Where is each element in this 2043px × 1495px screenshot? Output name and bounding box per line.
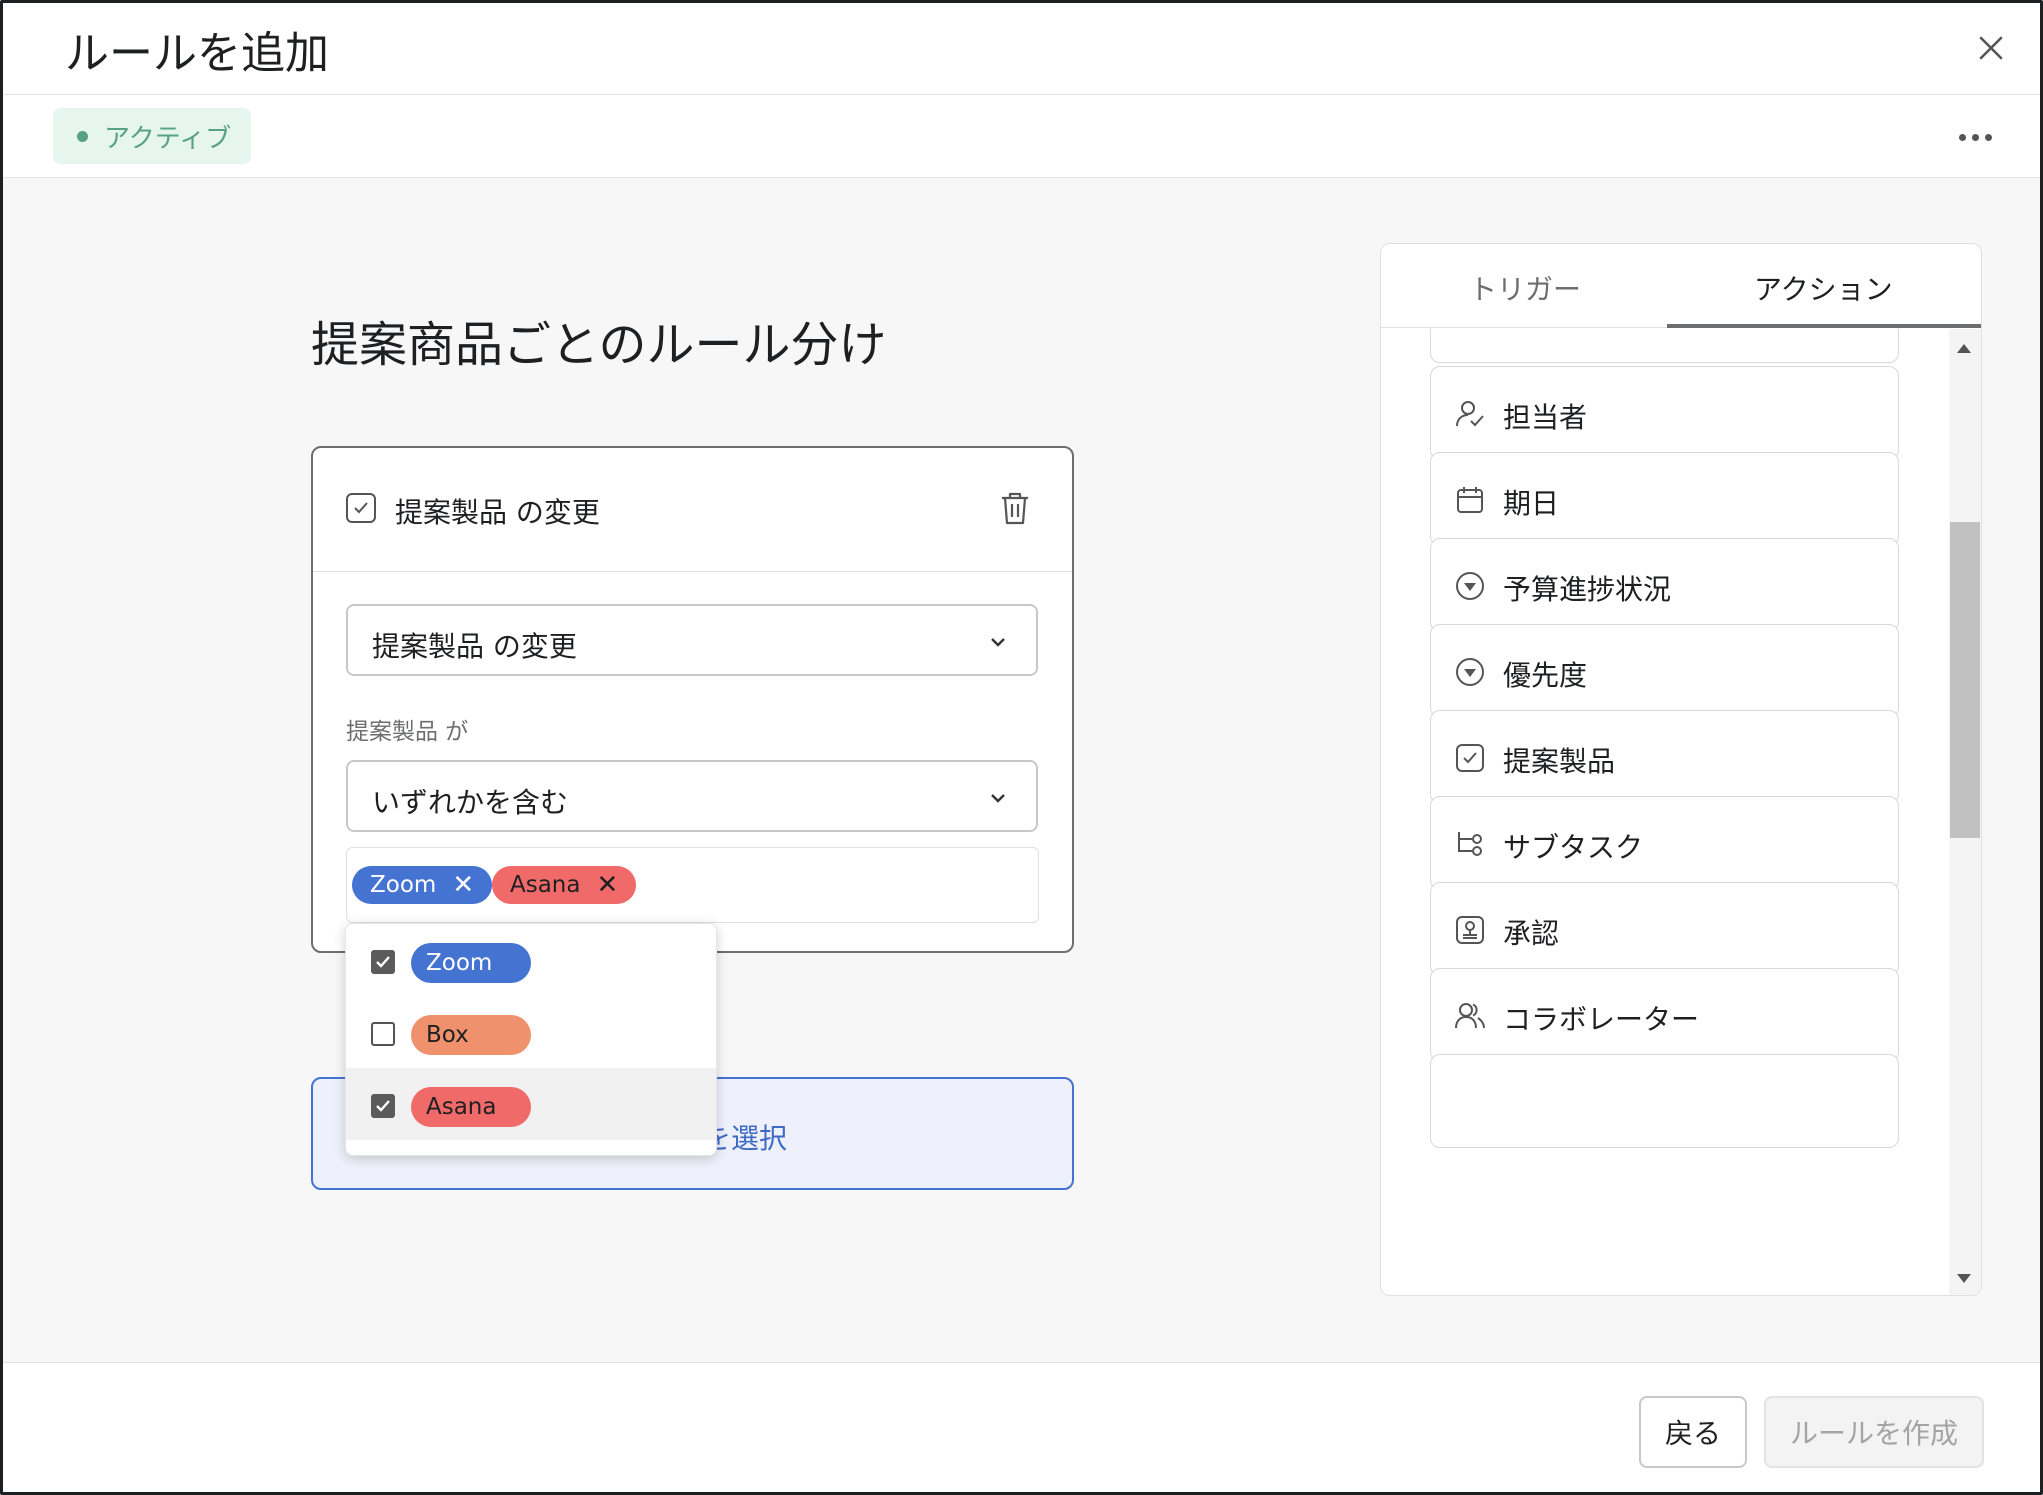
action-item-label: 承認 [1503,917,1560,950]
action-item-label: 予算進捗状況 [1503,573,1672,606]
more-dot-icon [1984,133,1992,141]
scroll-down-icon[interactable] [1957,1274,1971,1283]
status-badge[interactable]: アクティブ [53,108,252,164]
collaborators-icon [1455,1003,1485,1029]
option-box[interactable]: Box [346,996,716,1068]
trigger-type-value: 提案製品 の変更 [372,630,577,663]
status-dot-icon [77,130,88,142]
tag-label: Zoom [370,872,437,898]
tag-label: Asana [510,872,581,898]
condition-select[interactable]: いずれかを含む [346,760,1038,832]
options-dropdown: Zoom Box Asana [345,923,717,1156]
back-button[interactable]: 戻る [1639,1396,1747,1468]
action-item-label: 優先度 [1503,659,1588,692]
tab-trigger[interactable]: トリガー [1469,268,1581,308]
more-dot-icon [1971,133,1979,141]
condition-value: いずれかを含む [372,786,569,819]
status-bar: アクティブ [3,95,2040,178]
action-item-subtask[interactable]: サブタスク [1430,796,1899,890]
action-item-budget-status[interactable]: 予算進捗状況 [1430,538,1899,632]
remove-tag-icon[interactable]: ✕ [452,872,474,898]
action-item-approval[interactable]: 承認 [1430,882,1899,976]
option-pill: Zoom [411,943,531,983]
dialog-footer: 戻る ルールを作成 [3,1362,2040,1492]
check-icon [376,956,390,968]
status-label: アクティブ [104,123,232,154]
chevron-down-icon [991,794,1005,803]
trigger-card: 提案製品 の変更 提案製品 の変更 提案製品 が いずれかを含む Zoom ✕ … [311,446,1074,953]
check-icon [376,1100,390,1112]
option-zoom[interactable]: Zoom [346,924,716,996]
option-asana[interactable]: Asana [346,1068,716,1140]
list-item-partial[interactable] [1430,329,1899,363]
trigger-card-header: 提案製品 の変更 [313,448,1072,572]
action-item-due-date[interactable]: 期日 [1430,452,1899,546]
list-item-partial[interactable] [1430,1054,1899,1148]
action-item-proposal-product[interactable]: 提案製品 [1430,710,1899,804]
condition-label: 提案製品 が [346,719,469,745]
dropdown-circle-icon [1456,572,1484,600]
tab-action[interactable]: アクション [1754,268,1893,308]
action-item-label: コラボレーター [1503,1003,1700,1036]
subtask-icon [1458,832,1482,856]
action-item-label: 提案製品 [1503,745,1616,778]
action-item-label: 期日 [1503,487,1560,520]
assignee-icon [1456,401,1484,427]
close-icon [1979,36,2003,60]
side-panel-tabs: トリガー アクション [1381,244,1981,328]
dialog-title: ルールを追加 [65,28,329,79]
scrollbar-thumb[interactable] [1950,522,1980,838]
more-dot-icon [1958,133,1966,141]
tag-zoom: Zoom ✕ [352,866,493,904]
rule-name-title[interactable]: 提案商品ごとのルール分け [311,305,887,375]
trigger-title: 提案製品 の変更 [395,496,600,529]
more-options-button[interactable] [1950,117,2000,157]
action-item-priority[interactable]: 優先度 [1430,624,1899,718]
create-rule-button[interactable]: ルールを作成 [1764,1396,1984,1468]
action-list: 担当者 期日 予算進捗状況 優先度 提案製品 サブタスク 承認 コラボレーター [1381,329,1946,1295]
dropdown-circle-icon [1456,658,1484,686]
active-tab-indicator [1667,324,1981,328]
option-checkbox[interactable] [371,1022,395,1046]
add-rule-dialog: ルールを追加 アクティブ 提案商品ごとのルール分け 提案製品 の変更 提案製品 … [0,0,2043,1495]
side-panel: トリガー アクション 担当者 期日 予算進捗状況 優先度 提案製品 サブタスク … [1380,243,1982,1296]
calendar-icon [1457,487,1483,513]
dialog-header: ルールを追加 [3,3,2040,95]
option-pill: Box [411,1015,531,1055]
chevron-down-icon [991,638,1005,647]
scroll-up-icon[interactable] [1957,344,1971,353]
action-item-label: サブタスク [1503,831,1644,864]
tag-asana: Asana ✕ [492,866,637,904]
action-item-collaborators[interactable]: コラボレーター [1430,968,1899,1062]
checkbox-field-icon [346,493,376,523]
checkbox-icon [1456,744,1484,772]
action-item-assignee[interactable]: 担当者 [1430,366,1899,460]
option-checkbox[interactable] [371,950,395,974]
trigger-type-select[interactable]: 提案製品 の変更 [346,604,1038,676]
option-pill: Asana [411,1087,531,1127]
approval-icon [1456,916,1484,944]
close-button[interactable] [1968,25,2014,71]
action-item-label: 担当者 [1503,401,1588,434]
trash-icon[interactable] [998,490,1032,526]
tag-input[interactable]: Zoom ✕ Asana ✕ [346,847,1039,923]
remove-tag-icon[interactable]: ✕ [596,872,618,898]
option-checkbox[interactable] [371,1094,395,1118]
